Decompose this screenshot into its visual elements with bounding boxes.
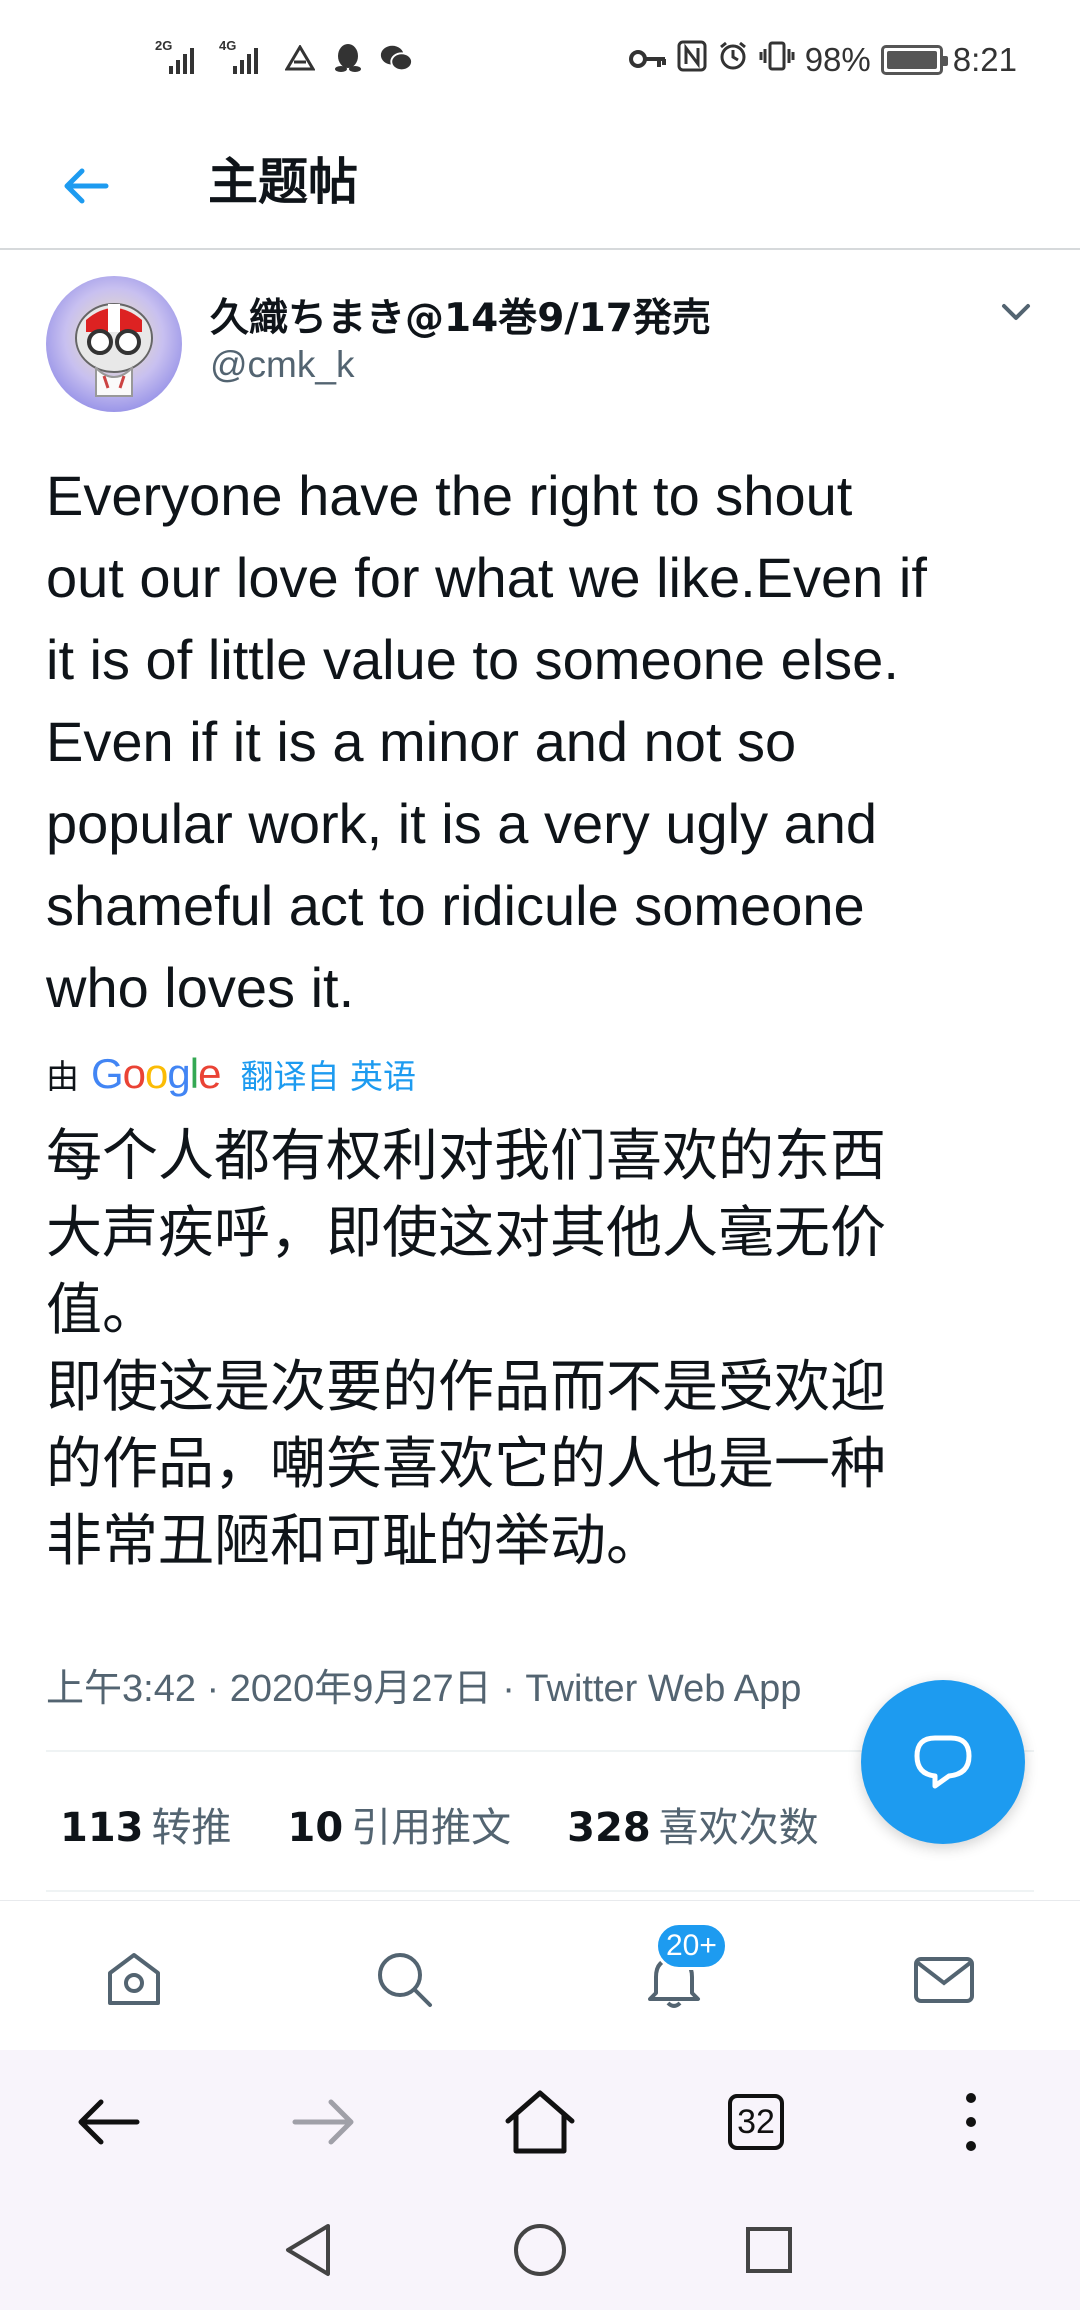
- qq-icon: [331, 42, 365, 74]
- top-app-bar: 主题帖: [0, 120, 1080, 250]
- notification-badge: 20+: [655, 1922, 728, 1970]
- more-options-button[interactable]: [996, 292, 1036, 332]
- search-icon: [378, 1953, 432, 2007]
- google-logo: Google: [91, 1050, 221, 1097]
- divider: [46, 1890, 1034, 1892]
- nfc-icon: [677, 40, 707, 80]
- home-icon: [505, 2090, 575, 2154]
- tab-home[interactable]: [94, 1939, 174, 2019]
- mail-icon: [914, 1957, 974, 2003]
- arrow-left-icon: [78, 2099, 140, 2145]
- likes-stat[interactable]: 328 喜欢次数: [567, 1795, 819, 1853]
- alarm-icon: [717, 40, 749, 80]
- battery-percentage: 98%: [804, 41, 871, 78]
- browser-tabs-button[interactable]: 32: [716, 2082, 796, 2162]
- square-recents-icon: [746, 2227, 792, 2273]
- likes-label: 喜欢次数: [658, 1805, 819, 1851]
- tweet-stats: 113 转推 10 引用推文 328 喜欢次数: [60, 1795, 819, 1853]
- more-vertical-icon: [966, 2093, 976, 2151]
- tweet-timestamp[interactable]: 上午3:42 · 2020年9月27日 · Twitter Web App: [46, 1657, 801, 1712]
- browser-menu-button[interactable]: [931, 2082, 1011, 2162]
- key-icon: [628, 41, 667, 79]
- reply-icon: [914, 1735, 972, 1789]
- circle-home-icon: [514, 2224, 566, 2276]
- retweets-stat[interactable]: 113 转推: [60, 1795, 232, 1853]
- tab-count: 32: [728, 2094, 784, 2150]
- author-name[interactable]: 久織ちまき@14巻9/17発売: [210, 287, 711, 343]
- browser-toolbar: 32: [0, 2050, 1080, 2190]
- retweets-count: 113: [60, 1805, 144, 1851]
- triangle-back-icon: [286, 2224, 330, 2276]
- signal-4g-icon: 4G: [219, 38, 269, 74]
- translation-by-label: 由: [46, 1057, 79, 1096]
- avatar[interactable]: [46, 276, 182, 412]
- translated-text: 每个人都有权利对我们喜欢的东西 大声疾呼，即使这对其他人毫无价 值。 即使这是次…: [46, 1124, 886, 1574]
- system-recents-button[interactable]: [739, 2220, 799, 2280]
- retweets-label: 转推: [151, 1805, 232, 1851]
- quotes-label: 引用推文: [351, 1805, 512, 1851]
- reply-fab[interactable]: [861, 1680, 1025, 1844]
- translated-from-link[interactable]: 翻译自 英语: [240, 1050, 416, 1098]
- back-button[interactable]: [50, 150, 122, 222]
- system-back-button[interactable]: [278, 2220, 338, 2280]
- tab-search[interactable]: [364, 1939, 444, 2019]
- tab-messages[interactable]: [904, 1939, 984, 2019]
- signal-2g-icon: 2G: [155, 38, 205, 74]
- app-notification-icon: [283, 42, 317, 74]
- wechat-icon: [379, 42, 413, 74]
- quotes-count: 10: [287, 1805, 344, 1851]
- author-handle[interactable]: @cmk_k: [210, 344, 354, 386]
- chevron-down-icon: [1002, 304, 1030, 320]
- browser-home-button[interactable]: [500, 2082, 580, 2162]
- status-bar: 2G 4G 98% 8:21: [0, 0, 1080, 120]
- translation-attribution: 由 Google 翻译自 英语: [46, 1050, 416, 1098]
- bottom-tab-bar: [0, 1900, 1080, 2050]
- likes-count: 328: [567, 1805, 651, 1851]
- home-icon: [108, 1953, 160, 2005]
- battery-icon: [880, 45, 948, 75]
- tweet-text: Everyone have the right to shout out our…: [46, 464, 927, 1019]
- quotes-stat[interactable]: 10 引用推文: [288, 1795, 512, 1853]
- page-title: 主题帖: [208, 153, 358, 211]
- system-home-button[interactable]: [510, 2220, 570, 2280]
- clock: 8:21: [952, 41, 1017, 78]
- system-navigation-bar: [0, 2190, 1080, 2310]
- browser-forward-button[interactable]: [284, 2082, 364, 2162]
- arrow-left-icon: [64, 168, 109, 204]
- arrow-right-icon: [292, 2099, 354, 2145]
- browser-back-button[interactable]: [68, 2082, 148, 2162]
- vibrate-icon: [759, 40, 795, 80]
